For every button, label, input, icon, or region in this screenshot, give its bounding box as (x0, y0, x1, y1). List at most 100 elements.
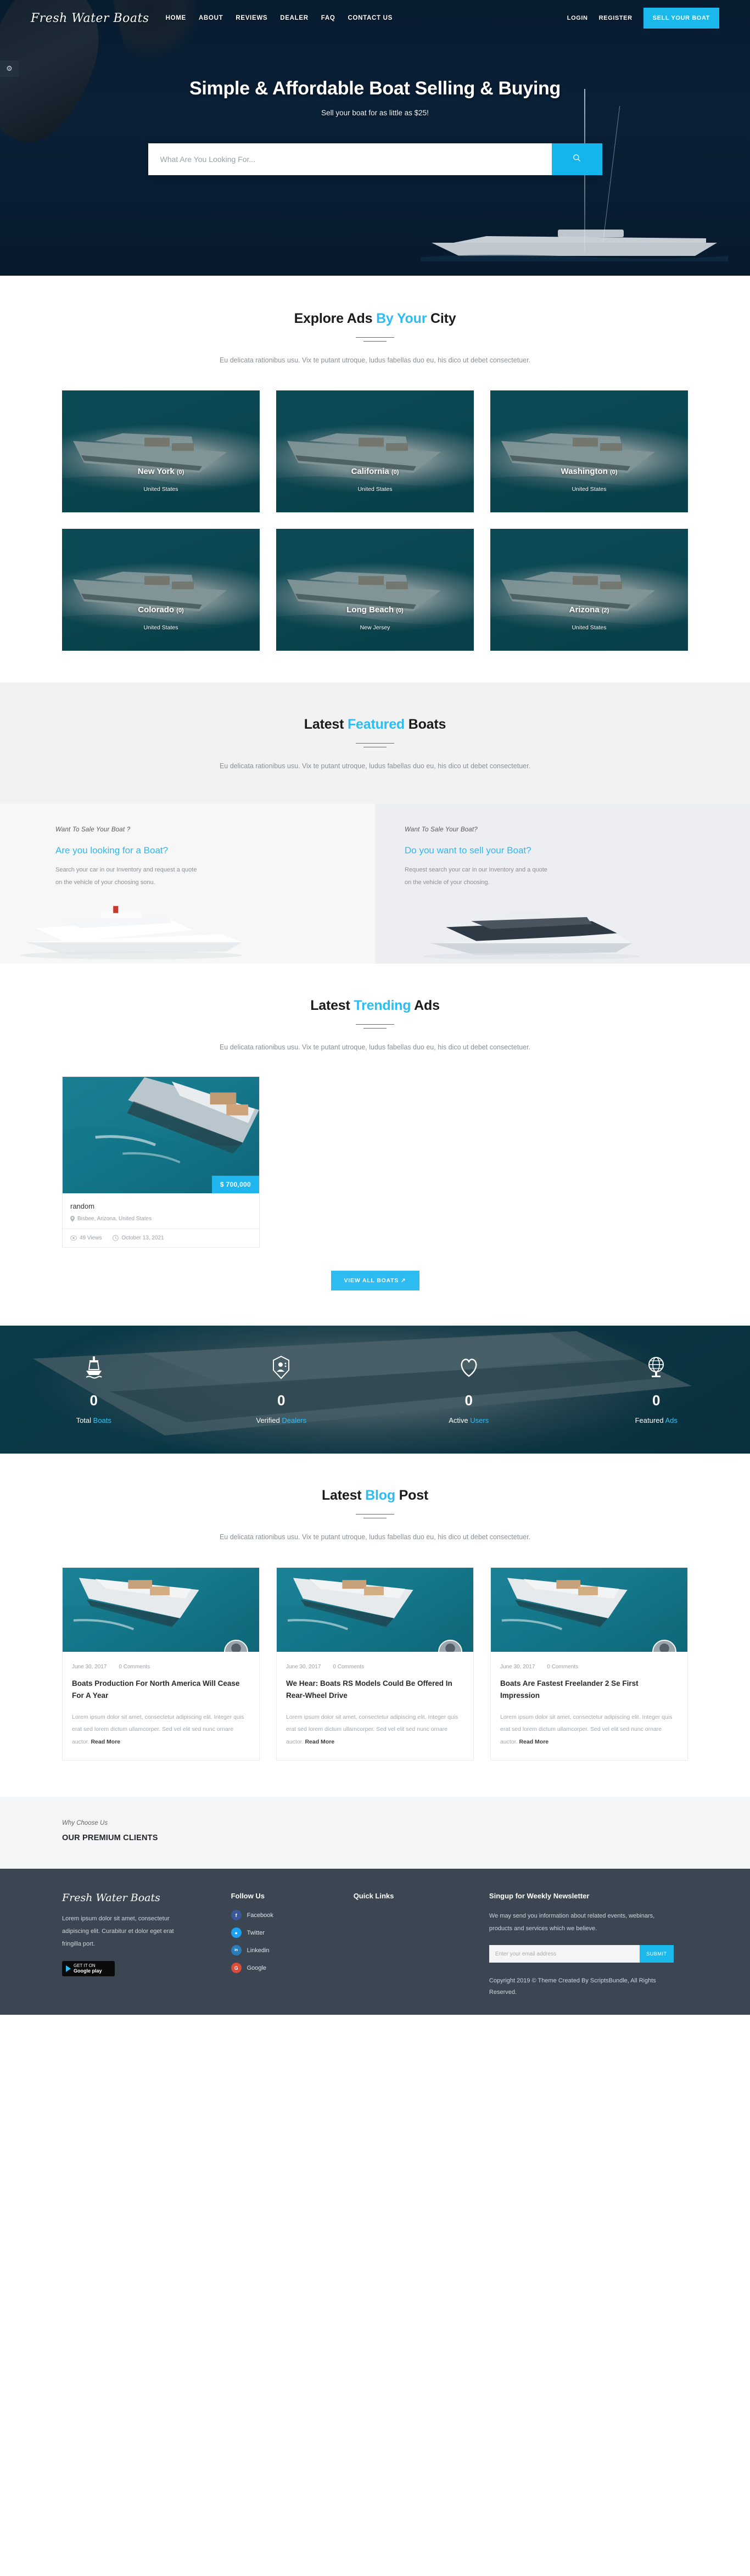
sell-your-boat-button[interactable]: SELL YOUR BOAT (643, 8, 719, 29)
google-play-badge[interactable]: GET IT ON Google play (62, 1960, 115, 1976)
city-title-pre: Explore Ads (294, 311, 377, 326)
read-more-link[interactable]: Read More (305, 1739, 334, 1745)
city-name-text: Colorado (138, 605, 175, 615)
map-pin-icon (70, 1215, 75, 1222)
stat-value: 0 (89, 1392, 98, 1409)
blog-title-highlight: Blog (365, 1487, 395, 1503)
blog-post-title[interactable]: Boats Are Fastest Freelander 2 Se First … (491, 1670, 687, 1702)
city-ad-count: (0) (176, 607, 184, 614)
clock-icon (113, 1234, 119, 1241)
site-logo[interactable]: Fresh Water Boats (31, 12, 149, 25)
blog-thumbnail (277, 1568, 473, 1652)
trending-title-post: Ads (411, 997, 440, 1013)
city-country: United States (143, 486, 178, 493)
city-name-text: Arizona (569, 605, 600, 615)
login-link[interactable]: LOGIN (567, 15, 588, 21)
blog-post-title[interactable]: We Hear: Boats RS Models Could Be Offere… (277, 1670, 473, 1702)
search-button[interactable] (551, 143, 602, 175)
stat-label-pre: Total (76, 1416, 93, 1424)
follow-us-heading: Follow Us (231, 1892, 265, 1901)
section-divider (356, 337, 394, 338)
city-card-text: Long Beach (0) New Jersey (276, 605, 474, 631)
ship-icon (0, 1355, 188, 1380)
copyright-text: Copyright 2019 © Theme Created By Script… (489, 1977, 656, 1996)
city-card-long-beach[interactable]: Long Beach (0) New Jersey (276, 529, 474, 651)
blog-section-title: Latest Blog Post (62, 1488, 688, 1504)
linkedin-icon: in (231, 1945, 242, 1956)
ad-card[interactable]: $ 700,000 random Bisbee, Arizona, United… (62, 1076, 260, 1248)
ad-location: Bisbee, Arizona, United States (70, 1215, 251, 1222)
stat-active-users: 0 Active Users (375, 1355, 563, 1424)
blog-post-title[interactable]: Boats Production For North America Will … (63, 1670, 259, 1702)
search-input[interactable] (148, 143, 552, 175)
city-ad-count: (2) (601, 607, 609, 614)
latest-trending-ads-section: Latest Trending Ads Eu delicata rationib… (0, 963, 750, 1326)
city-card-text: California (0) United States (276, 467, 474, 493)
city-card-text: Washington (0) United States (490, 467, 688, 493)
social-link-google[interactable]: G Google (231, 1963, 337, 1974)
register-link[interactable]: REGISTER (599, 15, 633, 21)
promo-panel-buy[interactable]: Want To Sale Your Boat ? Are you looking… (0, 803, 375, 964)
nav-item-home[interactable]: HOME (166, 15, 186, 21)
view-all-boats-label: VIEW ALL BOATS (344, 1277, 399, 1284)
blog-card[interactable]: June 30, 2017 0 Comments Boats Are Faste… (490, 1567, 688, 1761)
blog-section-description: Eu delicata rationibus usu. Vix te putan… (219, 1533, 531, 1541)
stat-verified-dealers: 0 Verified Dealers (188, 1355, 376, 1424)
read-more-link[interactable]: Read More (91, 1739, 120, 1745)
google-play-icon (66, 1965, 71, 1972)
social-link-twitter[interactable]: ● Twitter (231, 1927, 337, 1938)
social-link-linkedin[interactable]: in Linkedin (231, 1945, 337, 1956)
footer-newsletter-column: Singup for Weekly Newsletter We may send… (489, 1892, 688, 2015)
promo-panel-sell[interactable]: Want To Sale Your Boat? Do you want to s… (375, 803, 750, 964)
social-label: Linkedin (247, 1947, 270, 1954)
city-ad-count: (0) (391, 469, 399, 476)
blog-card[interactable]: June 30, 2017 0 Comments Boats Productio… (62, 1567, 260, 1761)
city-name: New York (0) (62, 467, 260, 476)
social-link-facebook[interactable]: f Facebook (231, 1910, 337, 1921)
newsletter-heading: Singup for Weekly Newsletter (489, 1892, 590, 1901)
heart-icon (375, 1355, 563, 1380)
newsletter-submit-button[interactable]: SUBMIT (639, 1945, 674, 1963)
footer-logo[interactable]: Fresh Water Boats (62, 1892, 215, 1904)
newsletter-email-input[interactable] (489, 1945, 640, 1963)
city-title-highlight: By Your (376, 311, 427, 326)
read-more-link[interactable]: Read More (519, 1739, 548, 1745)
ad-views-text: 49 Views (80, 1234, 102, 1241)
ad-slot-empty (490, 1076, 688, 1248)
section-divider (356, 1513, 394, 1515)
blog-meta: June 30, 2017 0 Comments (491, 1652, 687, 1670)
search-icon (573, 154, 580, 161)
city-card-arizona[interactable]: Arizona (2) United States (490, 529, 688, 651)
stat-value: 0 (277, 1392, 286, 1409)
city-card-overlay (490, 390, 688, 513)
yacht-photo (491, 1578, 687, 1652)
social-label: Google (247, 1964, 267, 1971)
trending-section-title: Latest Trending Ads (62, 998, 688, 1014)
city-country: New Jersey (360, 624, 390, 632)
blog-thumbnail (63, 1568, 259, 1652)
footer-about-column: Fresh Water Boats Lorem ipsum dolor sit … (62, 1892, 215, 2015)
nav-item-contact-us[interactable]: CONTACT US (348, 15, 393, 21)
external-link-icon: ↗ (400, 1277, 406, 1284)
view-all-boats-button[interactable]: VIEW ALL BOATS ↗ (331, 1270, 419, 1290)
nav-item-dealer[interactable]: DEALER (280, 15, 308, 21)
stat-label-highlight: Dealers (282, 1416, 307, 1424)
city-card-new-york[interactable]: New York (0) United States (62, 390, 260, 513)
city-card-overlay (62, 529, 260, 651)
hero-section: ⚙ Fresh Water Boats HOME ABOUT REVIEWS D… (0, 0, 750, 276)
city-name: California (0) (276, 467, 474, 476)
city-card-washington[interactable]: Washington (0) United States (490, 390, 688, 513)
city-name: Long Beach (0) (276, 605, 474, 614)
hero-subtitle: Sell your boat for as little as $25! (321, 109, 429, 117)
stat-value: 0 (652, 1392, 661, 1409)
nav-item-faq[interactable]: FAQ (321, 15, 335, 21)
ad-title[interactable]: random (70, 1202, 251, 1210)
blog-card[interactable]: June 30, 2017 0 Comments We Hear: Boats … (276, 1567, 474, 1761)
nav-item-about[interactable]: ABOUT (199, 15, 223, 21)
city-card-colorado[interactable]: Colorado (0) United States (62, 529, 260, 651)
settings-gear-icon[interactable]: ⚙ (0, 60, 19, 77)
city-card-california[interactable]: California (0) United States (276, 390, 474, 513)
city-card-grid: New York (0) United States California (0… (62, 390, 688, 651)
city-country: United States (143, 624, 178, 632)
nav-item-reviews[interactable]: REVIEWS (236, 15, 267, 21)
